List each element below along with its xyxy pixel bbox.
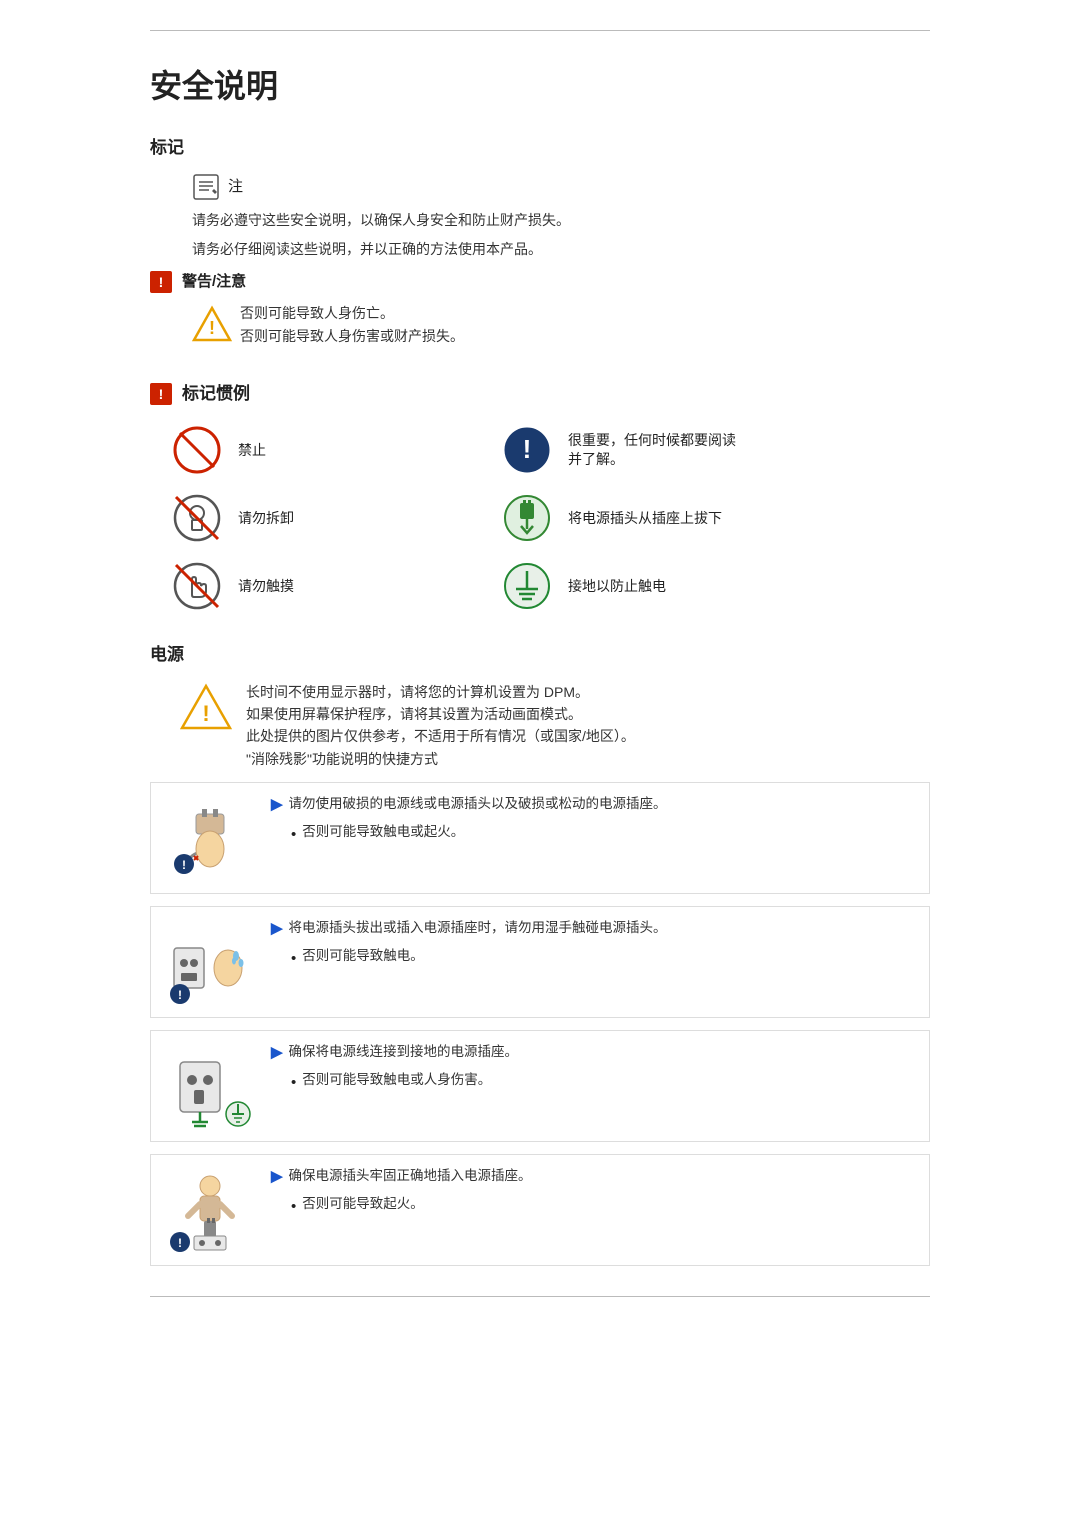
ground-icon <box>500 559 554 613</box>
warning-block-1: ! 否则可能导致人身伤亡。 否则可能导致人身伤害或财产损失。 <box>192 302 930 352</box>
symbols-grid: 禁止 ! 很重要，任何时候都要阅读并了解。 <box>170 423 790 613</box>
page-title: 安全说明 <box>150 61 930 112</box>
markers-heading: 标记 <box>150 134 930 161</box>
power-item-3-content: ▶ 确保将电源线连接到接地的电源插座。 • 否则可能导致触电或人身伤害。 <box>271 1041 518 1095</box>
prohibit-icon <box>170 423 224 477</box>
svg-text:!: ! <box>178 1236 182 1250</box>
conventions-exclaim-icon: ! <box>150 383 172 405</box>
conventions-heading: 标记惯例 <box>182 380 250 407</box>
no-touch-icon <box>170 559 224 613</box>
ground-label: 接地以防止触电 <box>568 577 666 597</box>
power-item-4: ! ▶ 确保电源插头牢固正确地插入电源插座。 • 否则可能导致起火。 <box>150 1154 930 1266</box>
note-text2: 请务必仔细阅读这些说明，并以正确的方法使用本产品。 <box>192 238 930 260</box>
markers-section: 标记 注 请务必遵守这些安全说明，以确保人身安全和防止财产损失。 请务必仔细阅读… <box>150 134 930 352</box>
bottom-rule <box>150 1296 930 1297</box>
power-warning-text1: 长时间不使用显示器时，请将您的计算机设置为 DPM。 <box>246 681 635 703</box>
warning-exclaim-icon: ! <box>150 271 172 293</box>
power-item-4-content: ▶ 确保电源插头牢固正确地插入电源插座。 • 否则可能导致起火。 <box>271 1165 532 1219</box>
power-main-warning: ! 长时间不使用显示器时，请将您的计算机设置为 DPM。 如果使用屏幕保护程序，… <box>180 681 930 771</box>
power-item-4-sub: 否则可能导致起火。 <box>302 1193 424 1215</box>
symbol-prohibit: 禁止 <box>170 423 460 477</box>
power-item-3-image <box>165 1041 255 1131</box>
warning-label-row: ! 警告/注意 <box>150 270 930 294</box>
note-text1: 请务必遵守这些安全说明，以确保人身安全和防止财产损失。 <box>192 209 930 231</box>
power-item-2-sub: 否则可能导致触电。 <box>302 945 424 967</box>
triangle-warning-icon-1: ! <box>192 304 232 352</box>
bullet-dot-4: • <box>291 1195 296 1219</box>
power-item-1-image: ! <box>165 793 255 883</box>
unplug-icon <box>500 491 554 545</box>
conventions-heading-row: ! 标记惯例 <box>150 380 930 407</box>
bullet-dot-2: • <box>291 947 296 971</box>
svg-text:!: ! <box>202 701 209 726</box>
important-icon: ! <box>500 423 554 477</box>
power-item-2-image: ! <box>165 917 255 1007</box>
power-item-1: ! ▶ 请勿使用破损的电源线或电源插头以及破损或松动的电源插座。 • 否则可能导… <box>150 782 930 894</box>
symbol-unplug: 将电源插头从插座上拔下 <box>500 491 790 545</box>
bullet-dot: • <box>291 823 296 847</box>
warning-text2: 否则可能导致人身伤害或财产损失。 <box>240 325 464 347</box>
symbol-important: ! 很重要，任何时候都要阅读并了解。 <box>500 423 790 477</box>
page-container: 安全说明 标记 注 请务必遵守这些安全说明，以确保人身安全和防止财产损失。 请务… <box>90 0 990 1337</box>
symbol-no-disassemble: 请勿拆卸 <box>170 491 460 545</box>
svg-text:!: ! <box>178 988 182 1002</box>
power-item-4-image: ! <box>165 1165 255 1255</box>
no-touch-label: 请勿触摸 <box>238 577 294 597</box>
power-triangle-icon: ! <box>180 681 232 741</box>
note-row: 注 <box>150 173 930 201</box>
svg-text:!: ! <box>182 858 186 872</box>
svg-text:!: ! <box>209 318 215 338</box>
power-item-3-main: 确保将电源线连接到接地的电源插座。 <box>289 1041 519 1063</box>
bullet-dot-3: • <box>291 1071 296 1095</box>
svg-text:!: ! <box>523 434 532 464</box>
symbol-no-touch: 请勿触摸 <box>170 559 460 613</box>
power-item-2: ! ▶ 将电源插头拔出或插入电源插座时，请勿用湿手触碰电源插头。 • 否则可能导… <box>150 906 930 1018</box>
power-item-4-main: 确保电源插头牢固正确地插入电源插座。 <box>289 1165 532 1187</box>
power-warning-text2: 如果使用屏幕保护程序，请将其设置为活动画面模式。 <box>246 703 635 725</box>
no-disassemble-icon <box>170 491 224 545</box>
power-item-1-content: ▶ 请勿使用破损的电源线或电源插头以及破损或松动的电源插座。 • 否则可能导致触… <box>271 793 667 847</box>
conventions-section: ! 标记惯例 禁止 ! <box>150 380 930 613</box>
symbol-ground: 接地以防止触电 <box>500 559 790 613</box>
power-item-2-main: 将电源插头拔出或插入电源插座时，请勿用湿手触碰电源插头。 <box>289 917 667 939</box>
important-label: 很重要，任何时候都要阅读并了解。 <box>568 431 736 470</box>
power-item-1-sub: 否则可能导致触电或起火。 <box>302 821 464 843</box>
power-item-2-content: ▶ 将电源插头拔出或插入电源插座时，请勿用湿手触碰电源插头。 • 否则可能导致触… <box>271 917 667 971</box>
power-heading: 电源 <box>150 641 930 668</box>
power-item-3: ▶ 确保将电源线连接到接地的电源插座。 • 否则可能导致触电或人身伤害。 <box>150 1030 930 1142</box>
note-label: 注 <box>228 175 243 199</box>
note-icon <box>192 173 220 201</box>
warning-text1: 否则可能导致人身伤亡。 <box>240 302 464 324</box>
power-item-3-sub: 否则可能导致触电或人身伤害。 <box>302 1069 491 1091</box>
power-warning-text4: "消除残影"功能说明的快捷方式 <box>246 748 635 770</box>
no-disassemble-label: 请勿拆卸 <box>238 509 294 529</box>
warning-label: 警告/注意 <box>182 270 246 294</box>
power-item-1-main: 请勿使用破损的电源线或电源插头以及破损或松动的电源插座。 <box>289 793 667 815</box>
unplug-label: 将电源插头从插座上拔下 <box>568 509 722 529</box>
power-warning-text3: 此处提供的图片仅供参考，不适用于所有情况（或国家/地区）。 <box>246 725 635 747</box>
top-rule <box>150 30 930 31</box>
prohibit-label: 禁止 <box>238 441 266 461</box>
power-section: 电源 ! 长时间不使用显示器时，请将您的计算机设置为 DPM。 如果使用屏幕保护… <box>150 641 930 1266</box>
